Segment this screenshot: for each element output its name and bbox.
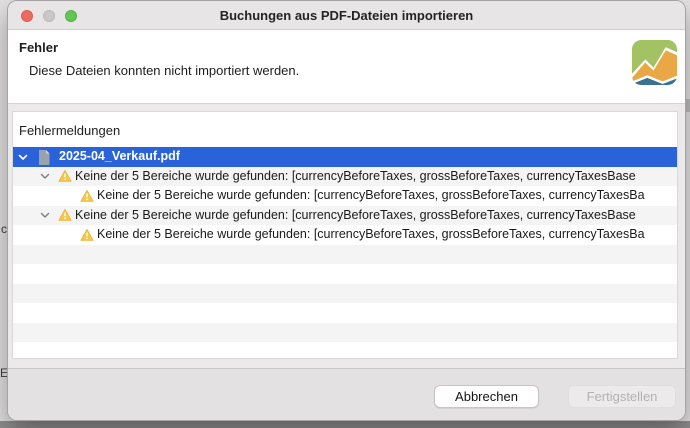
tree-empty-row bbox=[13, 303, 677, 323]
error-header-title: Fehler bbox=[19, 40, 58, 55]
error-header-message: Diese Dateien konnten nicht importiert w… bbox=[29, 63, 299, 78]
file-icon bbox=[38, 150, 50, 165]
tree-row-file[interactable]: 2025-04_Verkauf.pdf bbox=[13, 147, 677, 167]
tree-empty-row bbox=[13, 245, 677, 265]
chevron-down-icon[interactable] bbox=[40, 212, 50, 219]
tree-empty-row bbox=[13, 323, 677, 343]
background-patch bbox=[686, 99, 690, 112]
window-title: Buchungen aus PDF-Dateien importieren bbox=[8, 1, 685, 30]
tree-row-label: Keine der 5 Bereiche wurde gefunden: [cu… bbox=[75, 206, 636, 226]
error-messages-panel: Fehlermeldungen 2025-04_Verkauf.pdf bbox=[12, 111, 678, 359]
chevron-down-icon[interactable] bbox=[40, 173, 50, 180]
error-messages-label: Fehlermeldungen bbox=[19, 123, 120, 138]
cancel-button[interactable]: Abbrechen bbox=[434, 385, 539, 408]
tree-row-label: 2025-04_Verkauf.pdf bbox=[59, 147, 180, 167]
tree-empty-row bbox=[13, 284, 677, 304]
tree-empty-row bbox=[13, 342, 677, 359]
zoom-window-button[interactable] bbox=[65, 10, 77, 22]
chevron-down-icon[interactable] bbox=[18, 154, 28, 161]
tree-row-warning[interactable]: Keine der 5 Bereiche wurde gefunden: [cu… bbox=[13, 225, 677, 245]
tree-row-label: Keine der 5 Bereiche wurde gefunden: [cu… bbox=[97, 225, 645, 245]
minimize-window-button bbox=[43, 10, 55, 22]
error-tree[interactable]: 2025-04_Verkauf.pdf Keine der 5 Bereiche… bbox=[13, 147, 677, 358]
titlebar[interactable]: Buchungen aus PDF-Dateien importieren bbox=[8, 1, 685, 30]
warning-icon bbox=[80, 189, 94, 203]
warning-icon bbox=[58, 169, 72, 183]
tree-row-label: Keine der 5 Bereiche wurde gefunden: [cu… bbox=[75, 167, 636, 187]
warning-icon bbox=[80, 228, 94, 242]
tree-row-warning[interactable]: Keine der 5 Bereiche wurde gefunden: [cu… bbox=[13, 167, 677, 187]
tree-row-label: Keine der 5 Bereiche wurde gefunden: [cu… bbox=[97, 186, 645, 206]
warning-icon bbox=[58, 208, 72, 222]
import-errors-dialog: Buchungen aus PDF-Dateien importieren Fe… bbox=[7, 0, 686, 421]
tree-row-warning[interactable]: Keine der 5 Bereiche wurde gefunden: [cu… bbox=[13, 186, 677, 206]
finish-button: Fertigstellen bbox=[568, 385, 676, 408]
close-window-button[interactable] bbox=[21, 10, 33, 22]
background-strip bbox=[0, 421, 690, 428]
tree-row-warning[interactable]: Keine der 5 Bereiche wurde gefunden: [cu… bbox=[13, 206, 677, 226]
button-bar: Abbrechen Fertigstellen bbox=[8, 368, 685, 421]
portfolio-performance-chart-icon bbox=[632, 40, 677, 85]
tree-empty-row bbox=[13, 264, 677, 284]
error-header: Fehler Diese Dateien konnten nicht impor… bbox=[8, 30, 685, 104]
